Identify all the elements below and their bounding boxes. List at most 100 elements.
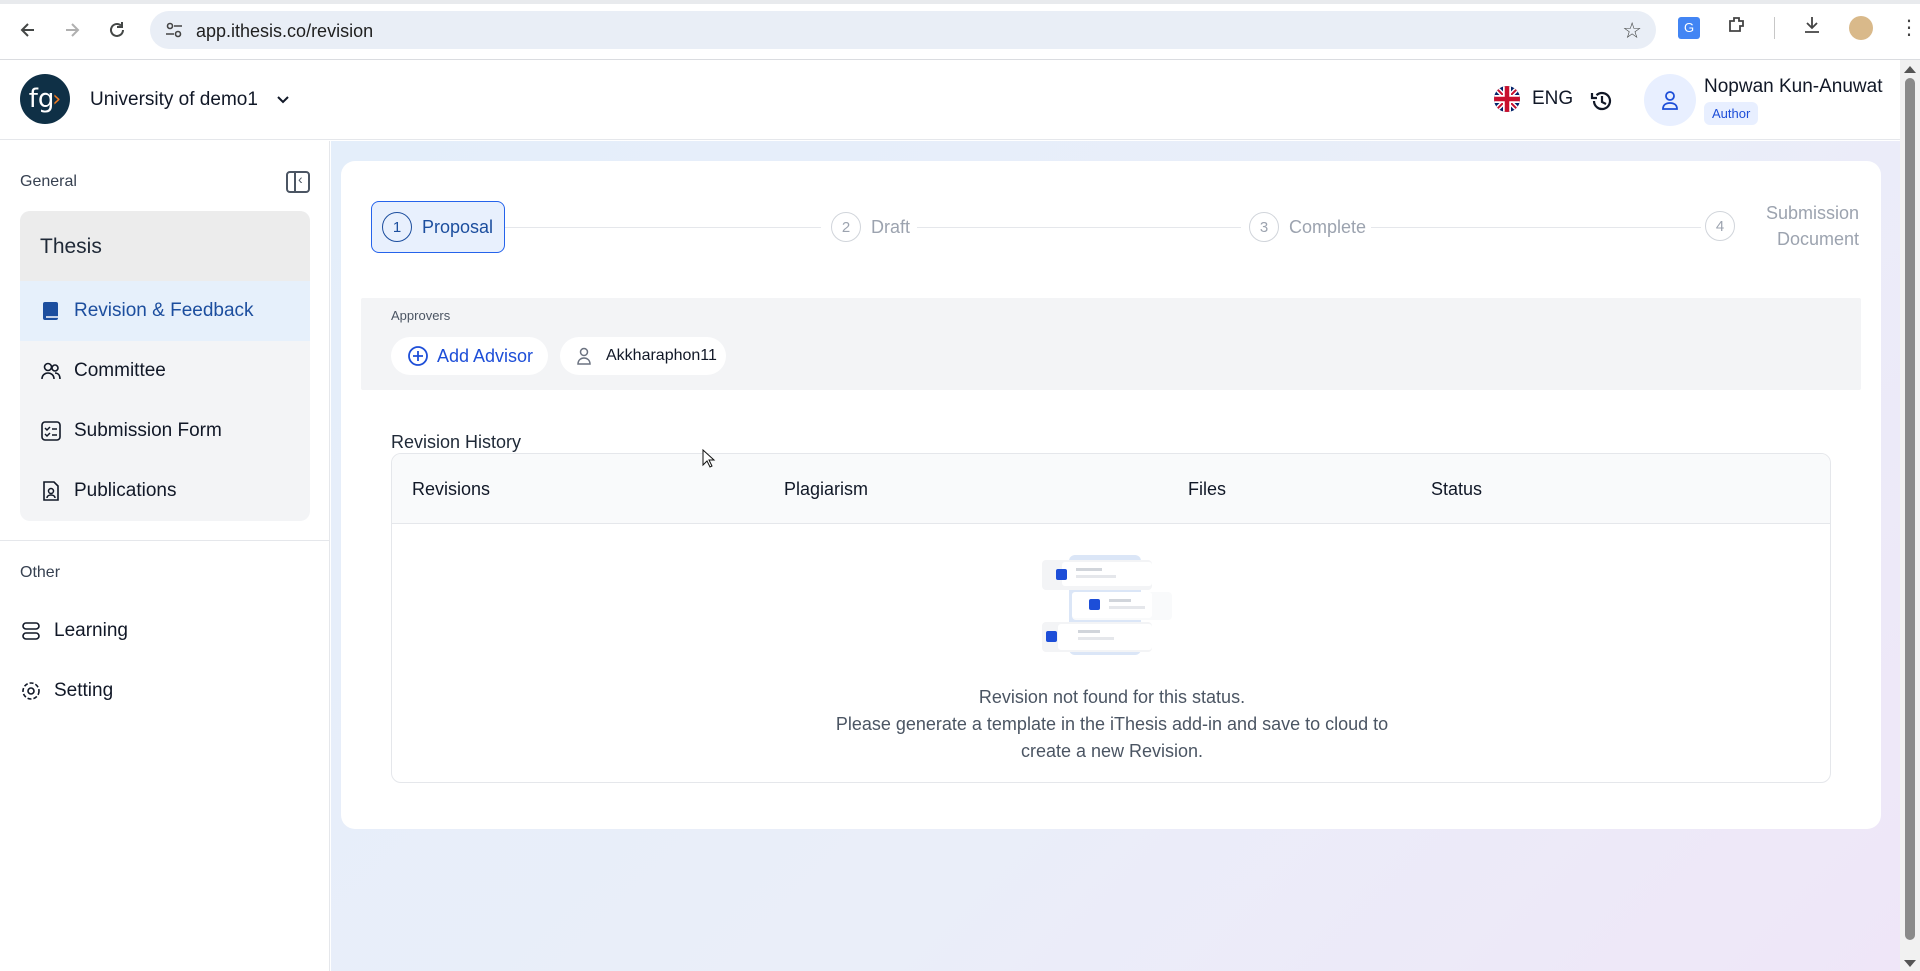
approvers-label: Approvers xyxy=(391,308,451,323)
toolbar-divider xyxy=(1774,16,1775,39)
revision-table: Revisions Plagiarism Files Status Revisi… xyxy=(391,453,1831,783)
sidebar-divider xyxy=(0,540,330,541)
empty-line-3: create a new Revision. xyxy=(1020,741,1204,761)
step-number: 1 xyxy=(382,212,412,242)
step-submission-document[interactable]: 4 Submission Document xyxy=(1705,200,1859,252)
language-label: ENG xyxy=(1532,88,1574,109)
logo-chevron: › xyxy=(52,86,62,112)
sidebar-item-label: Learning xyxy=(54,620,128,641)
sidebar: General Thesis Revision & Feedback Commi… xyxy=(0,141,330,971)
app-header: fg › University of demo1 ENG Nopwan Kun-A… xyxy=(0,60,1920,140)
approvers-panel: Approvers Add Advisor Akkharaphon11 xyxy=(361,298,1861,390)
app-logo[interactable]: fg › xyxy=(20,74,70,124)
step-number: 4 xyxy=(1705,211,1735,241)
sidebar-item-label: Setting xyxy=(54,680,114,701)
loading-bar xyxy=(0,0,1920,4)
thesis-group-title: Thesis xyxy=(20,211,310,281)
empty-line-1: Revision not found for this status. xyxy=(978,687,1246,707)
mouse-cursor-icon xyxy=(702,449,716,468)
role-badge: Author xyxy=(1704,102,1759,125)
step-label: Submission Document xyxy=(1745,200,1859,252)
person-icon xyxy=(577,347,591,365)
stack-icon xyxy=(22,622,40,640)
step-connector xyxy=(917,227,1241,228)
document-person-icon xyxy=(43,481,59,501)
step-label-line2: Document xyxy=(1776,229,1859,249)
page-scrollbar[interactable] xyxy=(1900,60,1920,971)
bookmark-star-icon[interactable]: ☆ xyxy=(1622,18,1642,44)
extensions-icon[interactable] xyxy=(1726,14,1748,41)
sidebar-item-label: Committee xyxy=(74,360,166,381)
profile-avatar[interactable] xyxy=(1849,15,1873,40)
progress-stepper: 1 Proposal 2 Draft 3 Complete 4 Submissi… xyxy=(371,201,1861,261)
approver-chip[interactable]: Akkharaphon11 xyxy=(560,337,726,375)
column-header-plagiarism[interactable]: Plagiarism xyxy=(784,479,868,500)
sidebar-item-revision-feedback[interactable]: Revision & Feedback xyxy=(20,281,310,341)
back-icon[interactable] xyxy=(12,14,44,46)
reload-icon[interactable] xyxy=(101,14,133,46)
sidebar-item-label: Publications xyxy=(74,480,177,501)
empty-state-message: Revision not found for this status. Plea… xyxy=(392,684,1830,765)
column-header-status[interactable]: Status xyxy=(1431,479,1482,500)
step-label: Complete xyxy=(1289,216,1367,237)
logo-text: fg xyxy=(28,84,55,114)
step-complete[interactable]: 3 Complete xyxy=(1249,212,1366,242)
sidebar-item-submission-form[interactable]: Submission Form xyxy=(20,401,310,461)
table-header: Revisions Plagiarism Files Status xyxy=(392,454,1830,524)
plus-circle-icon xyxy=(408,346,428,366)
gear-icon xyxy=(22,682,40,700)
sidebar-item-publications[interactable]: Publications xyxy=(20,461,310,521)
org-selector[interactable]: University of demo1 xyxy=(90,89,290,111)
other-section-label: Other xyxy=(20,564,61,581)
step-number: 2 xyxy=(831,212,861,242)
step-connector xyxy=(505,227,821,228)
approver-name: Akkharaphon11 xyxy=(606,347,717,364)
thesis-menu-group: Thesis Revision & Feedback Committee Sub… xyxy=(20,211,310,521)
download-icon[interactable] xyxy=(1801,14,1823,41)
sidebar-item-label: Revision & Feedback xyxy=(74,300,254,321)
user-name[interactable]: Nopwan Kun-Anuwat xyxy=(1704,76,1883,98)
column-header-revisions[interactable]: Revisions xyxy=(412,479,490,500)
empty-state-illustration xyxy=(1042,555,1172,655)
sidebar-item-learning[interactable]: Learning xyxy=(20,620,128,642)
add-advisor-button[interactable]: Add Advisor xyxy=(391,337,548,375)
user-icon xyxy=(1662,91,1678,110)
step-label: Draft xyxy=(871,216,911,237)
revision-card: 1 Proposal 2 Draft 3 Complete 4 Submissi… xyxy=(341,161,1881,829)
menu-kebab-icon[interactable]: ⋮ xyxy=(1899,15,1919,40)
step-label: Proposal xyxy=(422,216,494,237)
main-content: 1 Proposal 2 Draft 3 Complete 4 Submissi… xyxy=(331,141,1920,971)
org-name: University of demo1 xyxy=(90,89,258,110)
sidebar-collapse-icon[interactable] xyxy=(286,171,310,193)
site-info-icon[interactable] xyxy=(164,20,184,40)
history-icon[interactable] xyxy=(1588,87,1616,115)
browser-toolbar: app.ithesis.co/revision ☆ G ⋮ xyxy=(0,0,1920,60)
empty-line-2: Please generate a template in the iThesi… xyxy=(835,714,1389,734)
step-draft[interactable]: 2 Draft xyxy=(831,212,910,242)
step-connector xyxy=(1371,227,1701,228)
sidebar-item-label: Submission Form xyxy=(74,420,222,441)
book-icon xyxy=(43,302,58,320)
column-header-files[interactable]: Files xyxy=(1188,479,1226,500)
language-selector[interactable]: ENG xyxy=(1494,86,1573,112)
uk-flag-icon xyxy=(1494,86,1520,112)
scrollbar-thumb[interactable] xyxy=(1905,78,1915,940)
forward-icon[interactable] xyxy=(56,14,88,46)
sidebar-item-committee[interactable]: Committee xyxy=(20,341,310,401)
scroll-down-arrow-icon[interactable] xyxy=(1904,960,1916,967)
sidebar-item-setting[interactable]: Setting xyxy=(20,680,113,702)
general-section-label: General xyxy=(20,173,77,190)
users-icon xyxy=(41,362,61,380)
scroll-up-arrow-icon[interactable] xyxy=(1904,66,1916,73)
chevron-down-icon xyxy=(277,96,289,104)
translate-icon[interactable]: G xyxy=(1678,16,1700,39)
step-number: 3 xyxy=(1249,212,1279,242)
revision-history-title: Revision History xyxy=(391,432,522,452)
address-bar[interactable]: app.ithesis.co/revision ☆ xyxy=(150,11,1656,49)
step-label-line1: Submission xyxy=(1765,203,1859,223)
step-proposal[interactable]: 1 Proposal xyxy=(371,201,505,253)
checklist-icon xyxy=(41,421,61,441)
user-avatar[interactable] xyxy=(1644,74,1696,126)
url-text: app.ithesis.co/revision xyxy=(196,21,374,41)
add-advisor-label: Add Advisor xyxy=(437,345,534,366)
